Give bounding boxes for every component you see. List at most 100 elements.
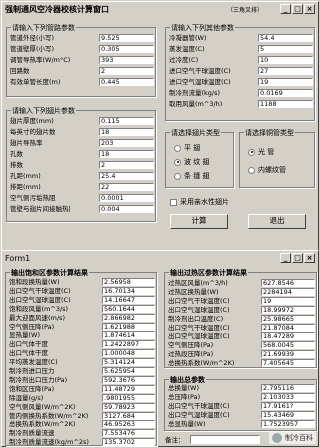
- param-row: 出口空气干球温度(C): [168, 297, 256, 305]
- param-label: 每英寸的翅片数: [10, 128, 56, 136]
- superheat-results-title: 输出过热区参数计算结果: [169, 268, 248, 278]
- param-label: 制冷剂质量流速: [9, 429, 55, 438]
- param-label: 过热区换热量(W): [168, 287, 219, 296]
- radio-label: 波 纹 翅: [184, 158, 210, 166]
- param-value-field: 14.16647: [102, 295, 155, 304]
- minimize-button[interactable]: _: [280, 4, 291, 14]
- param-value-field: 17.9161?: [261, 402, 315, 410]
- close-button[interactable]: ×: [304, 4, 315, 14]
- param-label: 进口空气湿球温度(C): [169, 78, 231, 86]
- radio-dot: [174, 144, 181, 152]
- tube-type-group: 请选择铜管类型 光 管 内螺纹管: [239, 128, 315, 188]
- param-label: 显热量(W): [9, 331, 40, 340]
- param-value-field[interactable]: 2: [99, 67, 154, 75]
- calc-window: 强制通风空冷器校核计算窗口 （三角叉排） _ □ × 请输入下列管路参数 管道外…: [1, 1, 319, 256]
- watermark: 制冷百科: [269, 432, 316, 444]
- param-value-field[interactable]: 27: [258, 67, 313, 75]
- param-value-field[interactable]: 0.004: [99, 205, 154, 213]
- param-label: 空气侧风量(W/m^2K): [9, 402, 76, 411]
- param-value-field: 7.405645: [261, 359, 315, 368]
- exit-button[interactable]: 退出: [248, 214, 306, 229]
- param-value-field[interactable]: 0.445: [99, 78, 154, 86]
- param-value-field[interactable]: 19: [258, 78, 313, 86]
- param-label: 排数: [10, 161, 23, 169]
- tube-type-radio-smooth[interactable]: 光 管: [248, 147, 274, 157]
- param-value-field: 15.43469: [261, 411, 315, 419]
- radio-label: 平 翅: [184, 144, 201, 152]
- param-value-field[interactable]: 9.525: [99, 34, 154, 42]
- param-label: 出口空气湿球温度(C): [168, 411, 230, 419]
- param-row: 除湿量(g/s): [9, 394, 99, 402]
- calculate-button[interactable]: 计算: [170, 214, 228, 229]
- tube-type-radio-internal-thread[interactable]: 内螺纹管: [248, 165, 286, 175]
- maximize-button[interactable]: □: [292, 253, 303, 263]
- param-row: 制冷剂质量流速(kg/m^2s): [9, 438, 99, 446]
- fin-type-radio-wavy[interactable]: 波 纹 翅: [174, 157, 209, 167]
- calc-window-titlebar[interactable]: 强制通风空冷器校核计算窗口 （三角叉排） _ □ ×: [2, 2, 318, 16]
- calc-window-title: 强制通风空冷器校核计算窗口: [5, 4, 109, 14]
- param-value-field[interactable]: 18: [99, 128, 154, 136]
- param-value-field: 1.2422897: [102, 340, 155, 349]
- param-value-field[interactable]: 0.115: [99, 117, 154, 125]
- tube-type-title: 请选择铜管类型: [244, 128, 295, 138]
- param-value-field[interactable]: 0.0169: [258, 89, 313, 97]
- param-label: 饱和段风量(m^3/s): [9, 304, 69, 313]
- param-label: 回路数: [10, 67, 30, 75]
- param-value-field[interactable]: 25.4: [99, 172, 154, 180]
- param-value-field[interactable]: 2: [99, 161, 154, 169]
- param-value-field[interactable]: 5: [258, 45, 313, 53]
- param-value-field[interactable]: 18: [99, 150, 154, 158]
- fin-type-radio-flat[interactable]: 平 翅: [174, 143, 200, 153]
- param-row: 饱和段换热量(W): [9, 278, 99, 286]
- param-label: 总换热系数(W/m^2K): [168, 359, 235, 368]
- param-label: 取用风量(m^3/h): [169, 100, 223, 108]
- param-row: 饱和段风量(m^3/s): [9, 305, 99, 313]
- param-row: 平均蒸发温度(C): [9, 358, 99, 366]
- param-label: 冷凝器管(W): [169, 34, 207, 42]
- param-row: 空气侧污垢热阻: [10, 194, 70, 202]
- param-value-field[interactable]: 0.305: [99, 45, 154, 53]
- param-value-field[interactable]: 0.0001: [99, 194, 154, 202]
- param-label: 蒸发温度(C): [169, 45, 205, 53]
- param-label: 饱和段换热量(W): [9, 278, 60, 286]
- radio-label: 条 缝 翅: [184, 172, 210, 180]
- fin-type-radio-slit[interactable]: 条 缝 翅: [174, 171, 209, 181]
- param-value-field[interactable]: 10: [258, 56, 313, 64]
- param-value-field: .9801955: [102, 393, 155, 402]
- minimize-button[interactable]: _: [280, 253, 291, 263]
- results-window-titlebar[interactable]: Form1 _ □ ×: [2, 251, 318, 265]
- param-label: 过热段压降(Pa): [168, 350, 214, 359]
- param-label: 出口气体干度: [9, 349, 48, 358]
- maximize-button[interactable]: □: [292, 4, 303, 14]
- param-row: 总显热量(W): [168, 420, 256, 428]
- note-field[interactable]: [190, 435, 260, 444]
- param-row: 翅片厚度(mm): [10, 117, 70, 125]
- param-row: 出口空气湿球温度(C): [9, 296, 99, 304]
- param-row: 进口空气湿球温度(C): [169, 78, 249, 86]
- param-row: 蒸发温度(C): [169, 45, 249, 53]
- param-row: 管内侧换热系数(W/m^2K): [9, 412, 99, 420]
- param-label: 过冷度(C): [169, 56, 199, 64]
- hydrophilic-fin-checkbox[interactable]: 采用亲水性翅片: [170, 197, 229, 207]
- param-label: 饱和区压降(Pa): [9, 384, 55, 393]
- param-value-field[interactable]: 1188: [258, 100, 313, 108]
- wechat-icon: [272, 433, 282, 443]
- radio-dot: [248, 166, 255, 174]
- param-value-field[interactable]: 54.4: [258, 34, 313, 42]
- param-value-field[interactable]: 203: [99, 139, 154, 147]
- param-value-field[interactable]: 393: [99, 56, 154, 64]
- param-value-field[interactable]: 22: [99, 183, 154, 191]
- param-value-field: 18.99972: [261, 305, 315, 314]
- two-phase-results-title: 输出饱和区参数计算结果: [10, 268, 89, 278]
- param-label: 翅片厚度(mm): [10, 117, 54, 125]
- param-row: 翅片导热率: [10, 139, 70, 147]
- param-value-field: 5.625954: [102, 367, 155, 375]
- param-value-field: 2284194: [261, 287, 315, 296]
- param-label: 管道外径(小写): [10, 34, 55, 42]
- close-button[interactable]: ×: [304, 253, 315, 263]
- param-label: 管内侧换热系数(W/m^2K): [9, 411, 89, 420]
- param-row: 孔距(mm): [10, 172, 70, 180]
- param-row: 管道壁厚(小写): [10, 45, 70, 53]
- param-row: 制冷剂出口温度(C): [168, 315, 256, 323]
- param-label: 制冷剂出口压力(Pa): [9, 375, 68, 384]
